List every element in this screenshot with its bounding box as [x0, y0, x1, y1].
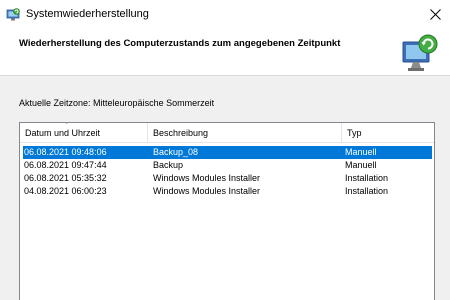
column-header-type[interactable]: Typ [342, 123, 434, 143]
row-date: 06.08.2021 05:35:32 [24, 173, 107, 183]
table-row[interactable]: 06.08.2021 09:48:06 Backup_08 Manuell [23, 146, 432, 159]
close-icon [429, 8, 441, 22]
row-date: 06.08.2021 09:48:06 [24, 147, 107, 157]
column-header-label: Datum und Uhrzeit [25, 128, 101, 138]
sort-indicator-icon: ˅ [65, 122, 69, 127]
row-description: Backup_08 [153, 147, 199, 157]
system-restore-monitor-icon [400, 30, 440, 74]
row-description: Windows Modules Installer [153, 173, 261, 183]
content-panel: Aktuelle Zeitzone: Mitteleuropäische Som… [0, 76, 450, 300]
timezone-label: Aktuelle Zeitzone: Mitteleuropäische Som… [19, 98, 215, 108]
row-type: Manuell [345, 160, 377, 170]
wizard-header: Wiederherstellung des Computerzustands z… [0, 30, 450, 76]
column-header-date[interactable]: ˅ Datum und Uhrzeit [20, 123, 148, 143]
table-row[interactable]: 04.08.2021 06:00:23 Windows Modules Inst… [23, 185, 432, 198]
row-date: 06.08.2021 09:47:44 [24, 160, 107, 170]
column-header-label: Beschreibung [153, 128, 209, 138]
table-header: ˅ Datum und Uhrzeit Beschreibung Typ [20, 123, 434, 143]
close-button[interactable] [420, 0, 450, 30]
row-type: Installation [345, 173, 389, 183]
title-bar: Systemwiederherstellung [0, 0, 450, 30]
row-description: Backup [153, 160, 184, 170]
row-type: Manuell [345, 147, 377, 157]
table-row[interactable]: 06.08.2021 09:47:44 Backup Manuell [23, 159, 432, 172]
column-header-description[interactable]: Beschreibung [148, 123, 342, 143]
row-type: Installation [345, 186, 389, 196]
restore-points-table[interactable]: ˅ Datum und Uhrzeit Beschreibung Typ 06.… [19, 122, 435, 300]
row-date: 04.08.2021 06:00:23 [24, 186, 107, 196]
row-description: Windows Modules Installer [153, 186, 261, 196]
window-title: Systemwiederherstellung [26, 8, 149, 20]
column-header-label: Typ [347, 128, 362, 138]
page-heading: Wiederherstellung des Computerzustands z… [19, 38, 341, 49]
table-row[interactable]: 06.08.2021 05:35:32 Windows Modules Inst… [23, 172, 432, 185]
system-restore-icon [6, 8, 20, 22]
